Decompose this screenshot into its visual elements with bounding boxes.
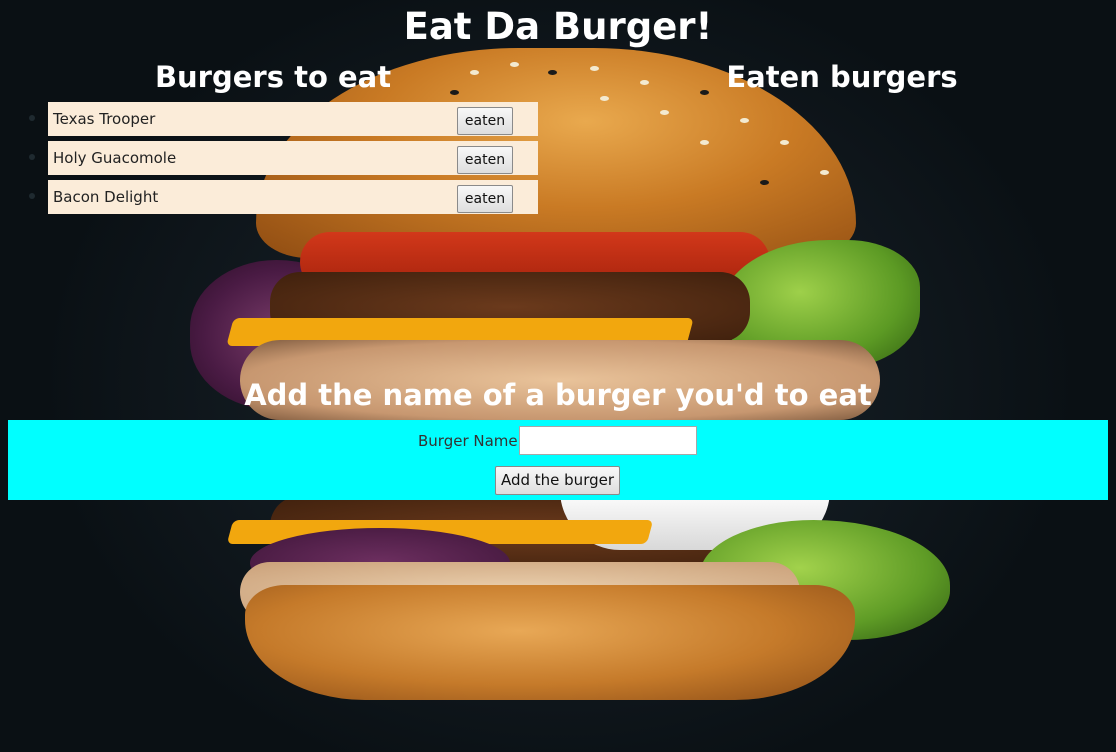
- burger-name: Bacon Delight: [53, 188, 159, 206]
- burgers-to-eat-heading: Burgers to eat: [154, 60, 392, 94]
- burger-name-label: Burger Name:: [418, 432, 523, 450]
- list-bullet: [29, 115, 35, 121]
- eaten-button[interactable]: eaten: [457, 185, 513, 213]
- burger-name: Texas Trooper: [53, 110, 156, 128]
- burger-name: Holy Guacomole: [53, 149, 177, 167]
- add-burger-button[interactable]: Add the burger: [495, 466, 620, 495]
- burger-list-item: Bacon Delight eaten: [29, 180, 538, 214]
- list-bullet: [29, 154, 35, 160]
- burger-name-input[interactable]: [519, 426, 697, 455]
- eaten-burgers-heading: Eaten burgers: [726, 60, 958, 94]
- page-title: Eat Da Burger!: [403, 5, 713, 48]
- burger-list-item: Texas Trooper eaten: [29, 102, 538, 136]
- eaten-button[interactable]: eaten: [457, 107, 513, 135]
- eaten-button[interactable]: eaten: [457, 146, 513, 174]
- add-burger-heading: Add the name of a burger you'd to eat: [244, 378, 872, 412]
- add-burger-form: Burger Name: Add the burger: [8, 420, 1108, 500]
- burger-list-item: Holy Guacomole eaten: [29, 141, 538, 175]
- list-bullet: [29, 193, 35, 199]
